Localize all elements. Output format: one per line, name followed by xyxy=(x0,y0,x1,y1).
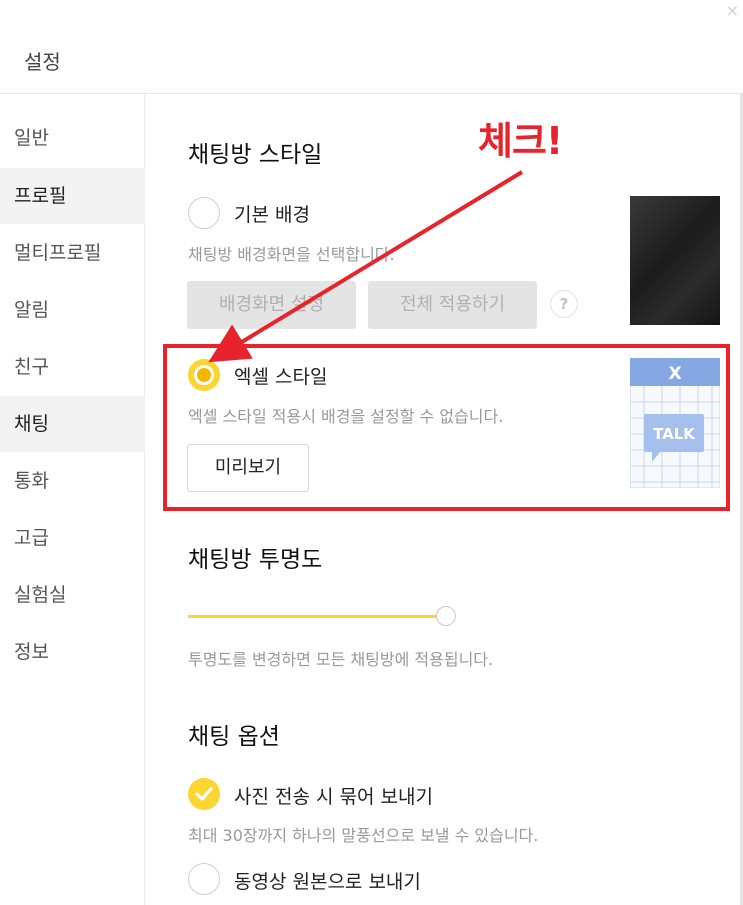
basic-bg-radio[interactable] xyxy=(188,197,220,229)
sidebar-item-profile[interactable]: 프로필 xyxy=(0,168,145,224)
annotation-text: 체크! xyxy=(478,119,563,163)
set-background-button[interactable]: 배경화면 설정 xyxy=(187,281,356,329)
sidebar-item-general[interactable]: 일반 xyxy=(0,110,145,166)
transparency-description: 투명도를 변경하면 모든 채팅방에 적용됩니다. xyxy=(188,650,494,669)
sidebar-item-notifications[interactable]: 알림 xyxy=(0,282,145,338)
sidebar-item-multiprofile[interactable]: 멀티프로필 xyxy=(0,225,145,281)
basic-bg-description: 채팅방 배경화면을 선택합니다. xyxy=(188,245,395,264)
basic-bg-label[interactable]: 기본 배경 xyxy=(234,200,310,227)
checkmark-icon xyxy=(195,787,213,801)
chat-options-title: 채팅 옵션 xyxy=(188,724,280,750)
video-original-checkbox[interactable] xyxy=(188,863,220,895)
sidebar-item-chat[interactable]: 채팅 xyxy=(0,396,145,452)
basic-bg-thumbnail xyxy=(630,196,720,325)
annotation-highlight-box xyxy=(163,344,730,511)
photo-bundle-description: 최대 30장까지 하나의 말풍선으로 보낼 수 있습니다. xyxy=(188,826,539,845)
sidebar-item-info[interactable]: 정보 xyxy=(0,624,145,680)
help-icon[interactable]: ? xyxy=(550,290,578,318)
sidebar-item-calls[interactable]: 통화 xyxy=(0,453,145,509)
sidebar-item-advanced[interactable]: 고급 xyxy=(0,510,145,566)
video-original-label[interactable]: 동영상 원본으로 보내기 xyxy=(234,867,421,894)
transparency-title: 채팅방 투명도 xyxy=(188,547,323,573)
sidebar-item-friends[interactable]: 친구 xyxy=(0,339,145,395)
chat-room-style-title: 채팅방 스타일 xyxy=(188,142,323,168)
apply-all-button[interactable]: 전체 적용하기 xyxy=(368,281,537,329)
page-title: 설정 xyxy=(24,50,61,74)
transparency-slider-track[interactable] xyxy=(188,615,446,618)
sidebar: 일반 프로필 멀티프로필 알림 친구 채팅 통화 고급 실험실 정보 xyxy=(0,94,145,905)
photo-bundle-checkbox[interactable] xyxy=(188,778,220,810)
sidebar-item-labs[interactable]: 실험실 xyxy=(0,567,145,623)
transparency-slider-thumb[interactable] xyxy=(436,606,456,626)
settings-header: 설정 xyxy=(0,0,743,94)
photo-bundle-label[interactable]: 사진 전송 시 묶어 보내기 xyxy=(234,782,433,809)
